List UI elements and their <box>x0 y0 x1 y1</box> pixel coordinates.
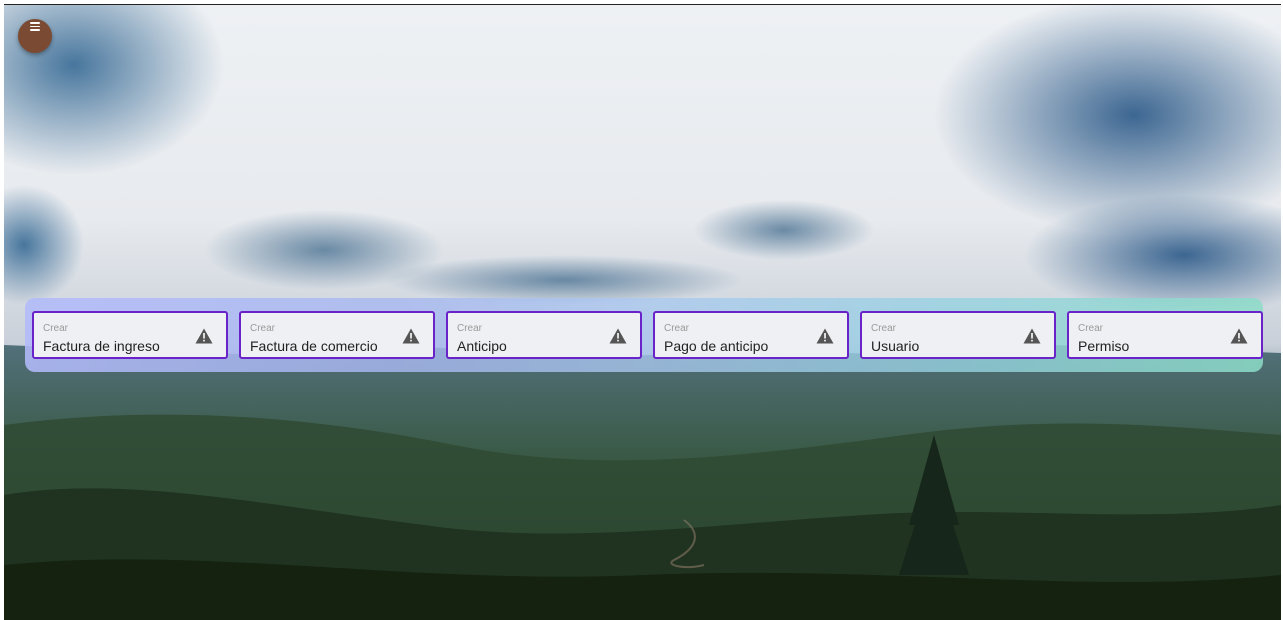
warning-icon <box>1023 328 1041 344</box>
create-permiso-card[interactable]: Crear Permiso <box>1067 311 1263 359</box>
menu-icon <box>30 22 40 31</box>
card-title: Usuario <box>871 338 920 354</box>
card-title: Factura de comercio <box>250 338 378 354</box>
quick-create-panel: Crear Factura de ingreso Crear Factura d… <box>25 298 1263 372</box>
card-title: Permiso <box>1078 338 1130 354</box>
card-caption: Crear <box>457 323 483 334</box>
create-usuario-card[interactable]: Crear Usuario <box>860 311 1056 359</box>
warning-icon <box>195 328 213 344</box>
warning-icon <box>609 328 627 344</box>
card-caption: Crear <box>1078 323 1104 334</box>
app-window: Crear Factura de ingreso Crear Factura d… <box>4 4 1281 620</box>
card-caption: Crear <box>664 323 690 334</box>
card-title: Factura de ingreso <box>43 338 160 354</box>
warning-icon <box>1230 328 1248 344</box>
card-title: Anticipo <box>457 338 507 354</box>
card-caption: Crear <box>871 323 897 334</box>
create-factura-ingreso-card[interactable]: Crear Factura de ingreso <box>32 311 228 359</box>
warning-icon <box>402 328 420 344</box>
create-anticipo-card[interactable]: Crear Anticipo <box>446 311 642 359</box>
card-caption: Crear <box>250 323 276 334</box>
create-pago-anticipo-card[interactable]: Crear Pago de anticipo <box>653 311 849 359</box>
create-factura-comercio-card[interactable]: Crear Factura de comercio <box>239 311 435 359</box>
warning-icon <box>816 328 834 344</box>
menu-button[interactable] <box>18 19 52 53</box>
card-caption: Crear <box>43 323 69 334</box>
card-title: Pago de anticipo <box>664 338 769 354</box>
